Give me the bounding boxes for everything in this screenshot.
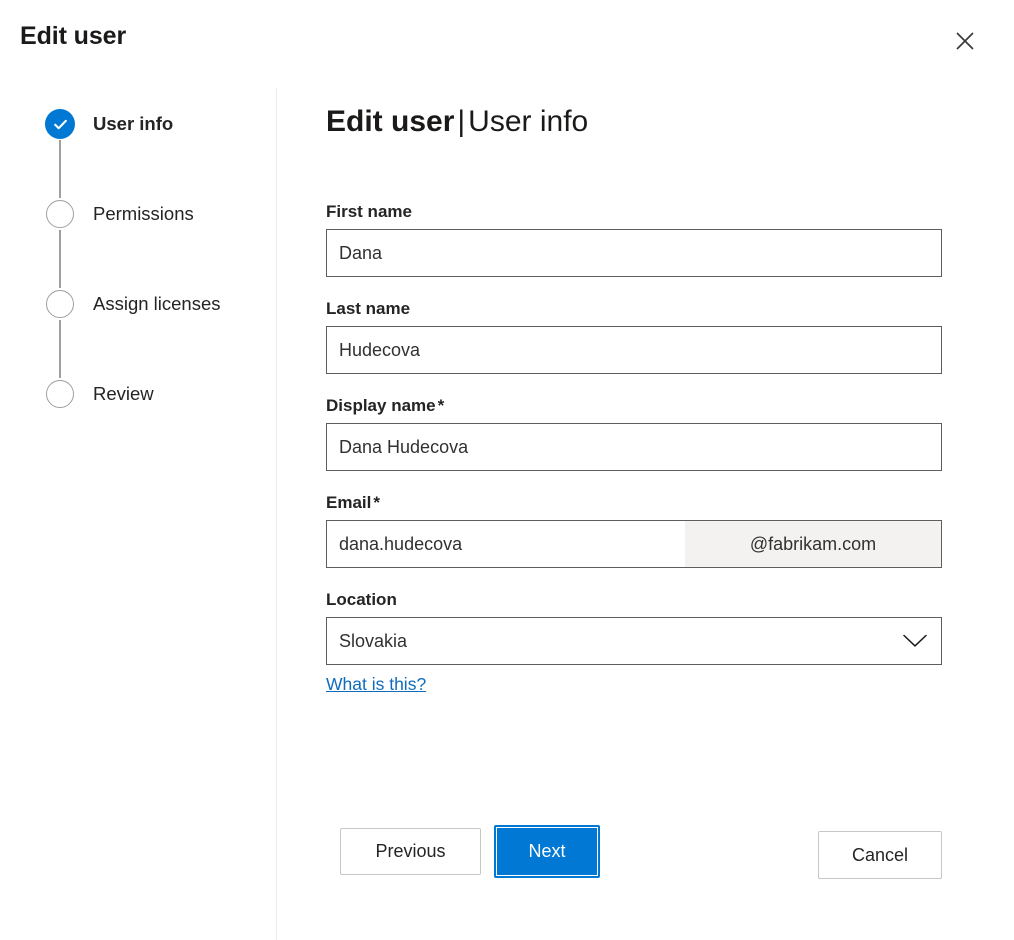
display-name-input[interactable] [326, 423, 942, 471]
sidebar-step-review[interactable]: Review [44, 378, 264, 418]
step-marker [44, 378, 76, 410]
sidebar-step-assign-licenses[interactable]: Assign licenses [44, 288, 264, 378]
circle-icon [46, 290, 74, 318]
vertical-divider [276, 88, 277, 940]
step-connector [59, 320, 61, 378]
next-button-label: Next [528, 841, 565, 862]
what-is-this-link[interactable]: What is this? [326, 674, 426, 695]
step-marker [44, 288, 76, 320]
last-name-input[interactable] [326, 326, 942, 374]
next-button[interactable]: Next [494, 825, 600, 878]
email-input[interactable] [327, 521, 685, 567]
heading-primary: Edit user [326, 105, 454, 138]
first-name-input[interactable] [326, 229, 942, 277]
sidebar-step-user-info[interactable]: User info [44, 108, 264, 198]
step-connector [59, 140, 61, 198]
check-circle-icon [45, 109, 75, 139]
location-select-wrap: Slovakia [326, 617, 942, 665]
step-progress-rail: User info Permissions Assign licenses Re… [44, 108, 264, 418]
step-marker [44, 198, 76, 230]
display-name-label: Display name* [326, 396, 942, 416]
close-button[interactable] [942, 18, 988, 64]
display-name-label-text: Display name [326, 396, 436, 415]
circle-icon [46, 380, 74, 408]
field-display-name: Display name* [326, 396, 942, 471]
circle-icon [46, 200, 74, 228]
field-location: Location Slovakia What is this? [326, 590, 942, 695]
step-label: Assign licenses [93, 288, 221, 319]
form-content: Edit user|User info First name Last name… [326, 104, 942, 717]
first-name-label: First name [326, 202, 942, 222]
step-label: User info [93, 108, 173, 139]
step-label: Review [93, 378, 154, 409]
last-name-label: Last name [326, 299, 942, 319]
sidebar-step-permissions[interactable]: Permissions [44, 198, 264, 288]
previous-button[interactable]: Previous [340, 828, 481, 875]
step-label: Permissions [93, 198, 194, 229]
dialog-actions: Previous Next Cancel [326, 825, 942, 895]
email-input-group: @fabrikam.com [326, 520, 942, 568]
heading-secondary: User info [468, 105, 588, 138]
step-marker [44, 108, 76, 140]
location-select[interactable]: Slovakia [326, 617, 942, 665]
heading-separator: | [457, 105, 465, 138]
required-marker: * [438, 396, 445, 415]
close-icon [954, 30, 976, 52]
field-last-name: Last name [326, 299, 942, 374]
required-marker: * [373, 493, 380, 512]
field-email: Email* @fabrikam.com [326, 493, 942, 568]
location-label: Location [326, 590, 942, 610]
edit-user-dialog: Edit user User info [0, 0, 1014, 940]
email-domain-suffix: @fabrikam.com [685, 521, 941, 567]
step-connector [59, 230, 61, 288]
location-selected-value: Slovakia [339, 631, 407, 652]
cancel-button[interactable]: Cancel [818, 831, 942, 879]
email-label: Email* [326, 493, 942, 513]
email-label-text: Email [326, 493, 371, 512]
page-title: Edit user [20, 22, 126, 51]
next-button-focus-ring: Next [496, 827, 598, 876]
field-first-name: First name [326, 202, 942, 277]
content-heading: Edit user|User info [326, 104, 942, 140]
